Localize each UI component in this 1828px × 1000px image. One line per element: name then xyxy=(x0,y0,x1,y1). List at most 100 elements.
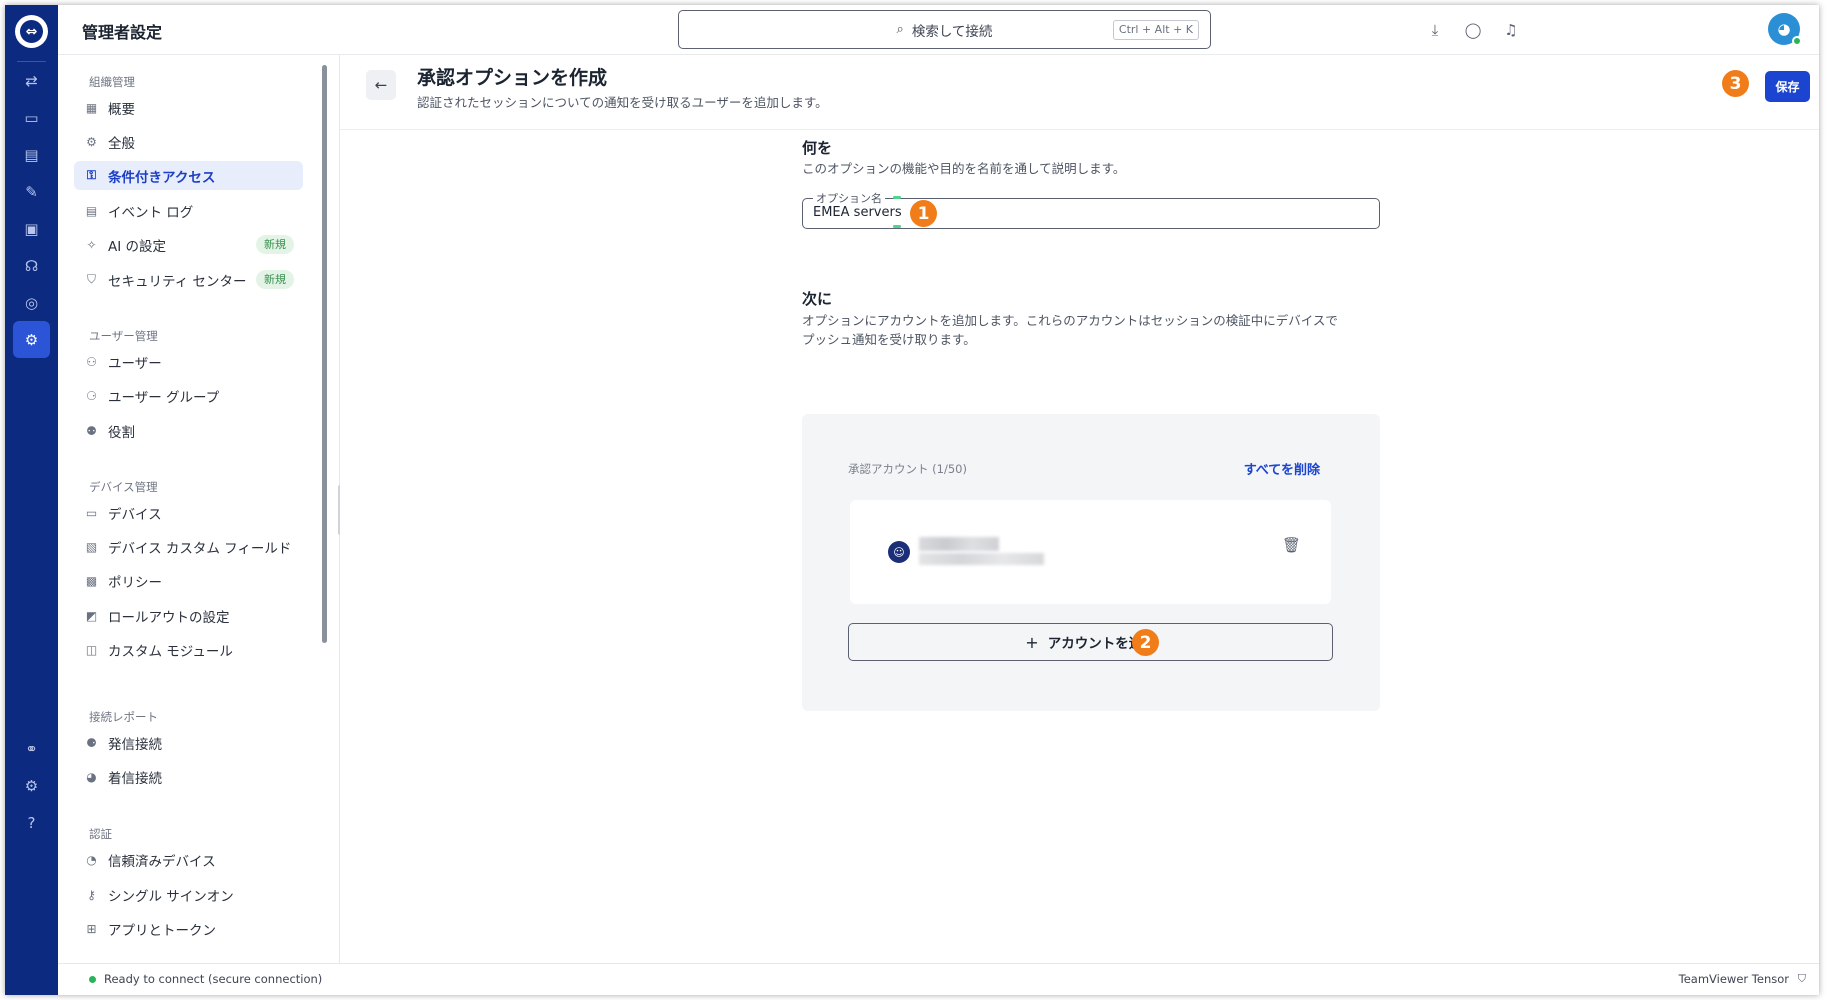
help-icon[interactable]: ? xyxy=(18,809,45,836)
overview-icon: ▦ xyxy=(85,100,98,115)
sidebar-item-label: 信頼済みデバイス xyxy=(108,853,216,870)
sparkle-icon: ✧ xyxy=(86,237,97,252)
conditional-access-icon: ⚿ xyxy=(86,168,97,182)
sidebar-item-outgoing-connections[interactable]: ⚈ 発信接続 xyxy=(74,728,303,757)
sidebar-item-label: アプリとトークン xyxy=(108,922,216,939)
tools-icon[interactable]: ✎ xyxy=(18,178,45,205)
sidebar-item-apps-tokens[interactable]: ⊞ アプリとトークン xyxy=(74,914,303,943)
sidebar-item-user-groups[interactable]: ⚆ ユーザー グループ xyxy=(74,381,303,410)
module-icon: ◫ xyxy=(85,642,98,657)
sidebar-item-label: ロールアウトの設定 xyxy=(108,609,230,626)
top-bar: 管理者設定 ⌕ 検索して接続 Ctrl + Alt + K ⤓ ◯ ♫ ◕ xyxy=(58,5,1819,55)
callout-marker: 3 xyxy=(1722,70,1749,97)
section-label: デバイス管理 xyxy=(89,480,158,494)
accounts-count-label: 承認アカウント (1/50) xyxy=(848,462,967,476)
connection-status-dot xyxy=(89,976,96,983)
sidebar-item-label: 概要 xyxy=(108,101,135,118)
integrations-icon[interactable]: ⚭ xyxy=(18,735,45,762)
sidebar-item-ai-settings[interactable]: ✧ AI の設定 新規 xyxy=(74,230,303,259)
sidebar-item-label: デバイス カスタム フィールド xyxy=(108,540,292,557)
callout-marker: 1 xyxy=(910,200,937,227)
online-status-dot xyxy=(1792,36,1802,46)
sidebar-item-overview[interactable]: ▦ 概要 xyxy=(74,93,303,122)
user-avatar[interactable]: ◕ xyxy=(1768,13,1802,46)
shield-check-icon: ⛉ xyxy=(1797,972,1806,985)
sidebar-item-device-custom-fields[interactable]: ▧ デバイス カスタム フィールド xyxy=(74,532,303,561)
policy-icon: ▩ xyxy=(85,573,98,588)
option-name-field[interactable]: オプション名 EMEA servers xyxy=(802,190,1380,229)
brand-label: TeamViewer Tensor xyxy=(1678,972,1789,986)
sidebar-item-custom-modules[interactable]: ◫ カスタム モジュール xyxy=(74,635,303,664)
section-label: 接続レポート xyxy=(89,710,158,724)
section-label: 認証 xyxy=(89,827,112,841)
connection-status: Ready to connect (secure connection) xyxy=(104,972,323,986)
page-subtitle: 認証されたセッションについての通知を受け取るユーザーを追加します。 xyxy=(417,95,828,110)
devices-icon[interactable]: ▭ xyxy=(18,104,45,131)
teamviewer-logo[interactable]: ⇔ xyxy=(15,15,48,48)
sidebar-item-roles[interactable]: ⚉ 役割 xyxy=(74,416,303,445)
app-window: ⇔ ⇄ ▭ ▤ ✎ ▣ ☊ ◎ ⚙ ⚭ ⚙ ? 管理者設定 ⌕ 検索して接続 C… xyxy=(5,5,1819,995)
help-center-icon[interactable]: ◎ xyxy=(18,289,45,316)
sidebar-item-security-center[interactable]: ⛉ セキュリティ センター 新規 xyxy=(74,265,303,294)
settings-icon[interactable]: ⚙ xyxy=(18,772,45,799)
sidebar-item-rollout-settings[interactable]: ◩ ロールアウトの設定 xyxy=(74,601,303,630)
download-icon[interactable]: ⤓ xyxy=(1424,19,1446,41)
app-title: 管理者設定 xyxy=(82,23,163,42)
custom-field-icon: ▧ xyxy=(85,539,98,554)
sidebar-item-label: 発信接続 xyxy=(108,736,162,753)
what-description: このオプションの機能や目的を名前を通して説明します。 xyxy=(802,161,1126,176)
sidebar-item-policies[interactable]: ▩ ポリシー xyxy=(74,566,303,595)
sidebar-item-users[interactable]: ⚇ ユーザー xyxy=(74,347,303,376)
remove-all-button[interactable]: すべてを削除 xyxy=(1244,459,1320,478)
section-label: ユーザー管理 xyxy=(89,329,158,343)
chat-icon[interactable]: ◯ xyxy=(1462,19,1484,41)
page-title: 承認オプションを作成 xyxy=(417,67,608,89)
next-heading: 次に xyxy=(802,290,833,308)
option-name-value: EMEA servers xyxy=(813,205,902,220)
add-account-button[interactable]: + アカウントを追加 xyxy=(848,623,1333,661)
sidebar-item-label: イベント ログ xyxy=(108,204,194,221)
sidebar-item-single-sign-on[interactable]: ⚷ シングル サインオン xyxy=(74,880,303,909)
sidebar-item-label: シングル サインオン xyxy=(108,888,234,905)
sidebar-item-conditional-access[interactable]: ⚿ 条件付きアクセス xyxy=(74,161,303,190)
sidebar-item-label: 着信接続 xyxy=(108,770,162,787)
what-heading: 何を xyxy=(802,139,833,157)
remote-connect-icon[interactable]: ⇄ xyxy=(18,67,45,94)
admin-settings-icon[interactable]: ⚙ xyxy=(13,321,50,358)
sidebar-item-trusted-devices[interactable]: ◔ 信頼済みデバイス xyxy=(74,845,303,874)
trash-icon[interactable]: 🗑 xyxy=(1282,536,1301,554)
search-shortcut: Ctrl + Alt + K xyxy=(1112,20,1199,40)
sessions-icon[interactable]: ▤ xyxy=(18,141,45,168)
rollout-icon: ◩ xyxy=(85,608,98,623)
shield-icon: ⛉ xyxy=(86,272,96,286)
sidebar-item-incoming-connections[interactable]: ◕ 着信接続 xyxy=(74,762,303,791)
support-icon[interactable]: ☊ xyxy=(18,252,45,279)
sidebar-item-label: ユーザー グループ xyxy=(108,389,220,406)
sidebar-item-label: セキュリティ センター xyxy=(108,273,247,290)
log-icon: ▤ xyxy=(85,203,98,218)
option-name-label: オプション名 xyxy=(813,190,885,206)
bell-icon[interactable]: ♫ xyxy=(1500,19,1522,41)
sidebar-item-label: ポリシー xyxy=(108,574,162,591)
sidebar-item-event-log[interactable]: ▤ イベント ログ xyxy=(74,196,303,225)
sidebar-item-general[interactable]: ⚙ 全般 xyxy=(74,127,303,156)
arrow-left-icon: ← xyxy=(374,76,388,94)
search-input[interactable]: ⌕ 検索して接続 Ctrl + Alt + K xyxy=(678,10,1211,49)
account-card: ☺ 🗑 xyxy=(850,500,1331,604)
user-avatar-icon: ☺ xyxy=(888,541,910,563)
sidebar-scrollbar[interactable] xyxy=(322,65,327,643)
role-icon: ⚉ xyxy=(86,423,97,438)
status-bar: Ready to connect (secure connection) Tea… xyxy=(58,963,1819,995)
save-button[interactable]: 保存 xyxy=(1765,71,1810,102)
plus-icon: + xyxy=(1025,632,1039,652)
app-rail: ⇔ ⇄ ▭ ▤ ✎ ▣ ☊ ◎ ⚙ ⚭ ⚙ ? xyxy=(5,5,58,995)
sidebar-item-label: ユーザー xyxy=(108,355,162,372)
next-description-line: プッシュ通知を受け取ります。 xyxy=(802,332,976,347)
monitoring-icon[interactable]: ▣ xyxy=(18,215,45,242)
admin-sidebar: 組織管理 ▦ 概要 ⚙ 全般 ⚿ 条件付きアクセス ▤ イベント ログ ✧ AI の設定新… xyxy=(58,55,342,963)
incoming-icon: ◕ xyxy=(86,769,97,784)
back-button[interactable]: ← xyxy=(366,70,396,100)
sidebar-item-label: 全般 xyxy=(108,135,135,152)
sidebar-item-label: 役割 xyxy=(108,424,135,441)
sidebar-item-devices[interactable]: ▭ デバイス xyxy=(74,498,303,527)
